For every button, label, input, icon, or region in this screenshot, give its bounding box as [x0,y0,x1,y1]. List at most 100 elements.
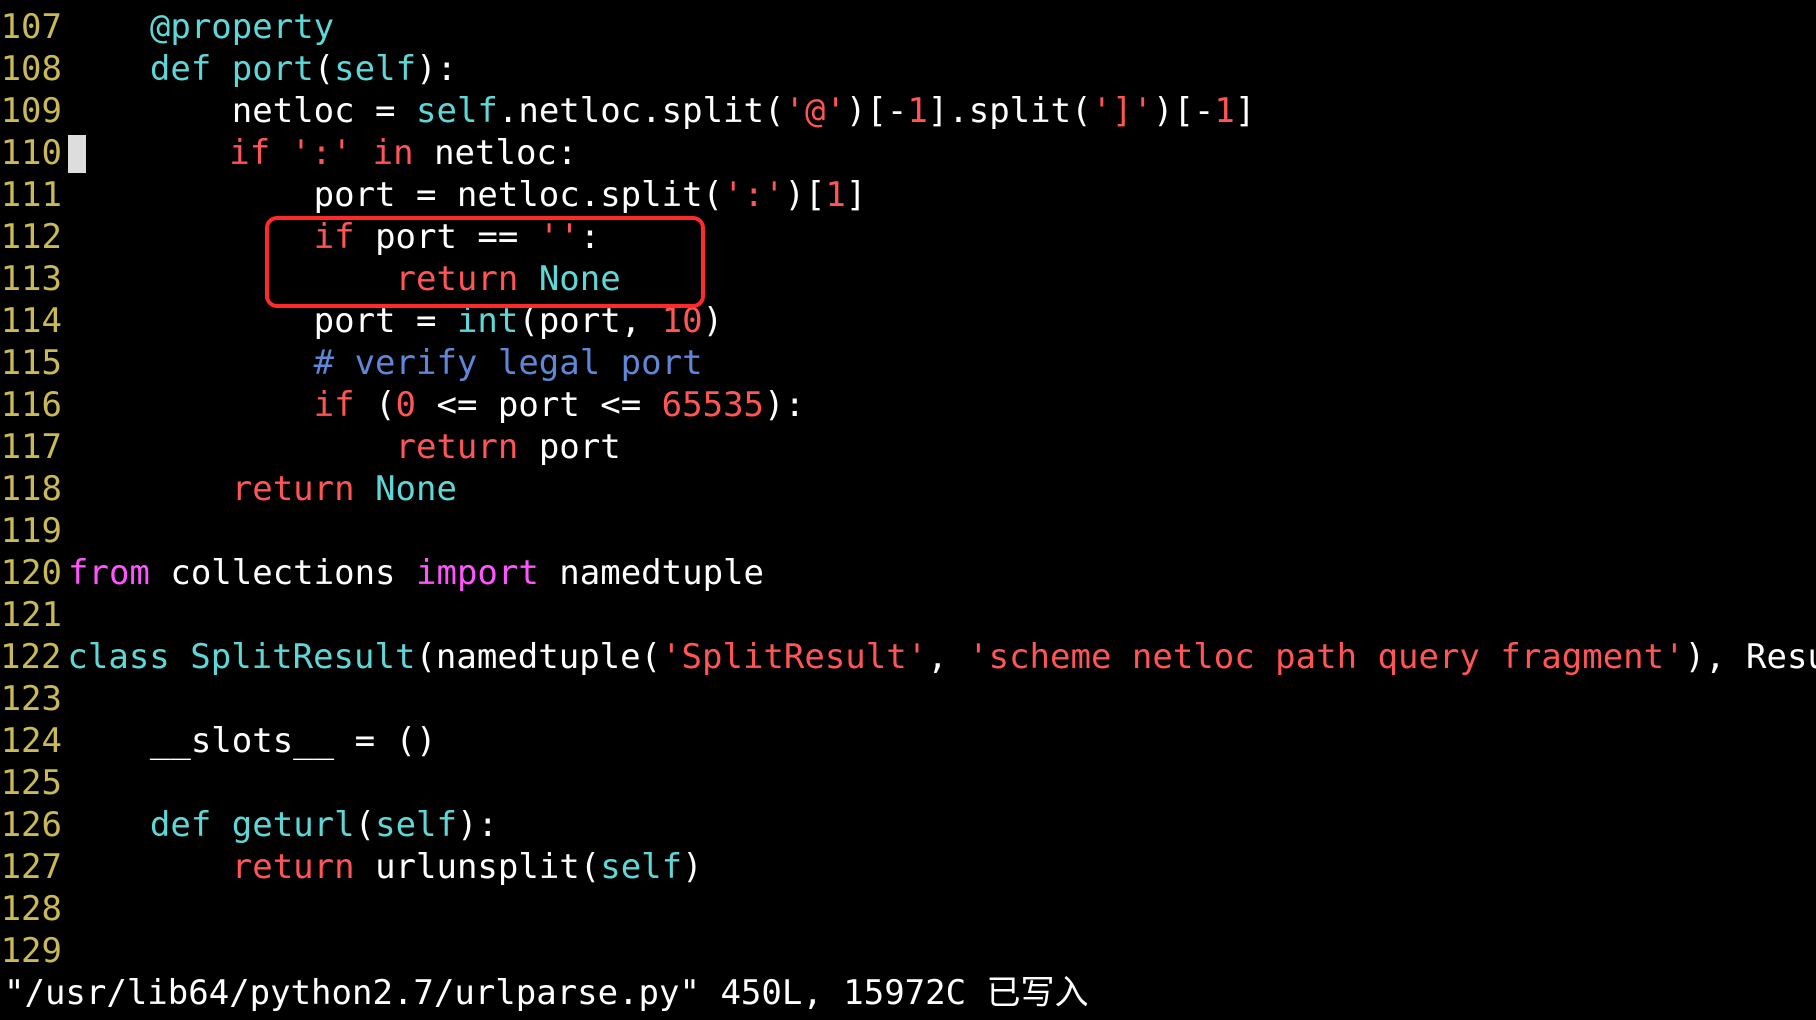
line-number: 113 [0,258,64,300]
token: def [150,805,211,845]
code-line[interactable]: 109 netloc = self.netloc.split('@')[-1].… [0,90,1816,132]
token: return [232,469,355,509]
code-content[interactable]: class SplitResult(namedtuple('SplitResul… [63,636,1816,678]
code-content[interactable] [64,888,68,930]
line-number: 124 [0,720,64,762]
token: if [314,217,355,257]
code-content[interactable]: def port(self): [64,48,457,90]
code-line[interactable]: 122class SplitResult(namedtuple('SplitRe… [0,636,1816,678]
code-line[interactable]: 114 port = int(port, 10) [0,300,1816,342]
code-line[interactable]: 126 def geturl(self): [0,804,1816,846]
code-line[interactable]: 121 [0,594,1816,636]
token: int [457,301,518,341]
token [68,427,396,467]
token: (port, [518,301,661,341]
token: 10 [662,301,703,341]
line-number: 108 [0,48,64,90]
code-line[interactable]: 120from collections import namedtuple [0,552,1816,594]
token: ): [416,49,457,89]
token: .netloc.split( [498,91,785,131]
token: ): [764,385,805,425]
line-number: 111 [0,174,64,216]
token [270,133,290,173]
code-content[interactable]: port = netloc.split(':')[1] [64,174,866,216]
code-content[interactable]: from collections import namedtuple [64,552,764,594]
token: import [416,553,539,593]
token: ( [314,49,334,89]
token: in [373,133,414,173]
line-number: 121 [0,594,64,636]
code-content[interactable]: def geturl(self): [64,804,498,846]
token: port == [355,217,539,257]
token [68,217,314,257]
code-line[interactable]: 115 # verify legal port [0,342,1816,384]
token: ) [703,301,723,341]
code-content[interactable]: if ':' in netloc: [64,132,577,174]
code-line[interactable]: 128 [0,888,1816,930]
token: 1 [825,175,845,215]
line-number: 114 [0,300,64,342]
token [68,385,314,425]
code-content[interactable] [64,594,68,636]
code-content[interactable]: if port == '': [64,216,600,258]
code-content[interactable] [64,930,68,972]
token: None [375,469,457,509]
token: __slots__ = () [68,721,436,761]
token [68,469,232,509]
code-line[interactable]: 110 if ':' in netloc: [0,132,1816,174]
code-line[interactable]: 129 [0,930,1816,972]
token [68,847,232,887]
token: class [67,637,169,677]
code-content[interactable] [64,678,68,720]
token: urlunsplit( [355,847,601,887]
code-editor[interactable]: 107 @property108 def port(self):109 netl… [0,0,1816,972]
code-line[interactable]: 123 [0,678,1816,720]
code-line[interactable]: 113 return None [0,258,1816,300]
line-number: 125 [0,762,64,804]
token: ':' [723,175,784,215]
token: port = netloc.split( [68,175,723,215]
token: 1 [1214,91,1234,131]
token: 'scheme netloc path query fragment' [968,637,1684,677]
line-number: 119 [0,510,64,552]
token [68,343,314,383]
token [68,49,150,89]
code-content[interactable]: netloc = self.netloc.split('@')[-1].spli… [64,90,1255,132]
code-content[interactable]: @property [64,6,334,48]
code-line[interactable]: 107 @property [0,6,1816,48]
code-content[interactable]: # verify legal port [64,342,703,384]
token: ), ResultMixin): [1685,637,1816,677]
code-line[interactable]: 125 [0,762,1816,804]
code-content[interactable]: return None [64,468,457,510]
token: @property [150,7,334,47]
token [352,133,372,173]
code-line[interactable]: 119 [0,510,1816,552]
code-content[interactable]: return urlunsplit(self) [64,846,703,888]
code-content[interactable]: __slots__ = () [64,720,436,762]
token: )[ [784,175,825,215]
token: port = [68,301,457,341]
token: from [68,553,150,593]
code-line[interactable]: 118 return None [0,468,1816,510]
code-content[interactable]: return port [64,426,621,468]
code-line[interactable]: 116 if (0 <= port <= 65535): [0,384,1816,426]
code-line[interactable]: 108 def port(self): [0,48,1816,90]
line-number: 117 [0,426,64,468]
code-line[interactable]: 124 __slots__ = () [0,720,1816,762]
cursor [68,135,86,173]
token: netloc: [414,133,578,173]
code-content[interactable]: port = int(port, 10) [64,300,723,342]
token: def [150,49,211,89]
code-line[interactable]: 111 port = netloc.split(':')[1] [0,174,1816,216]
line-number: 123 [0,678,64,720]
code-content[interactable]: return None [64,258,621,300]
code-content[interactable]: if (0 <= port <= 65535): [64,384,805,426]
code-content[interactable] [64,762,68,804]
code-line[interactable]: 127 return urlunsplit(self) [0,846,1816,888]
code-line[interactable]: 112 if port == '': [0,216,1816,258]
code-line[interactable]: 117 return port [0,426,1816,468]
token: ':' [291,133,352,173]
token: self [375,805,457,845]
code-content[interactable] [64,510,68,552]
token: 'SplitResult' [661,637,927,677]
